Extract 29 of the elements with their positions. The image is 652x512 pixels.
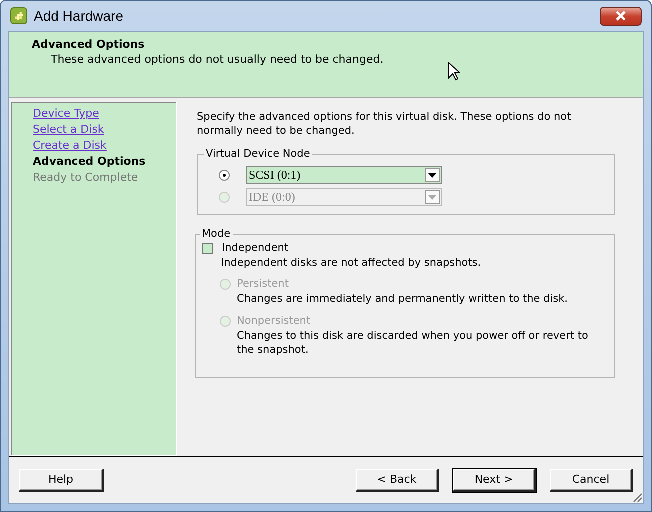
step-link[interactable]: Select a Disk: [33, 122, 104, 138]
group-label: Mode: [201, 228, 232, 240]
step-link[interactable]: Device Type: [33, 106, 100, 122]
app-icon: [10, 7, 28, 25]
resize-grip-icon: [631, 491, 643, 503]
next-button[interactable]: Next >: [453, 468, 536, 492]
radio-button[interactable]: [219, 170, 230, 180]
cursor-icon: [448, 62, 460, 81]
step-item: Advanced Options: [33, 154, 146, 170]
back-button[interactable]: < Back: [356, 468, 439, 492]
page-title: Advanced Options: [32, 38, 146, 51]
help-button[interactable]: Help: [19, 468, 104, 492]
option-description: Changes are immediately and permanently written to the disk.: [236, 292, 570, 306]
window-title: Add Hardware: [34, 8, 124, 24]
intro-text: Specify the advanced options for this virtual disk. These options do not normally need to be changed.: [197, 110, 572, 138]
close-button[interactable]: [600, 6, 642, 26]
close-icon: [615, 11, 627, 21]
hint-text: Independent disks are not affected by snapshots.: [220, 257, 482, 269]
dropdown[interactable]: SCSI (0:1): [246, 166, 442, 184]
page-subtitle: These advanced options do not usually need to be changed.: [50, 53, 385, 66]
checkbox[interactable]: [202, 242, 213, 254]
group-label: Virtual Device Node: [205, 148, 312, 160]
checkbox-label: Independent: [222, 242, 289, 254]
step-link[interactable]: Create a Disk: [33, 138, 107, 154]
option-description: Changes to this disk are discarded when you power off or revert to the snapshot.: [236, 329, 590, 357]
radio-label: Persistent: [237, 278, 289, 290]
step-item: Ready to Complete: [33, 170, 138, 186]
radio-label: Nonpersistent: [237, 315, 311, 327]
cancel-button[interactable]: Cancel: [550, 468, 633, 492]
